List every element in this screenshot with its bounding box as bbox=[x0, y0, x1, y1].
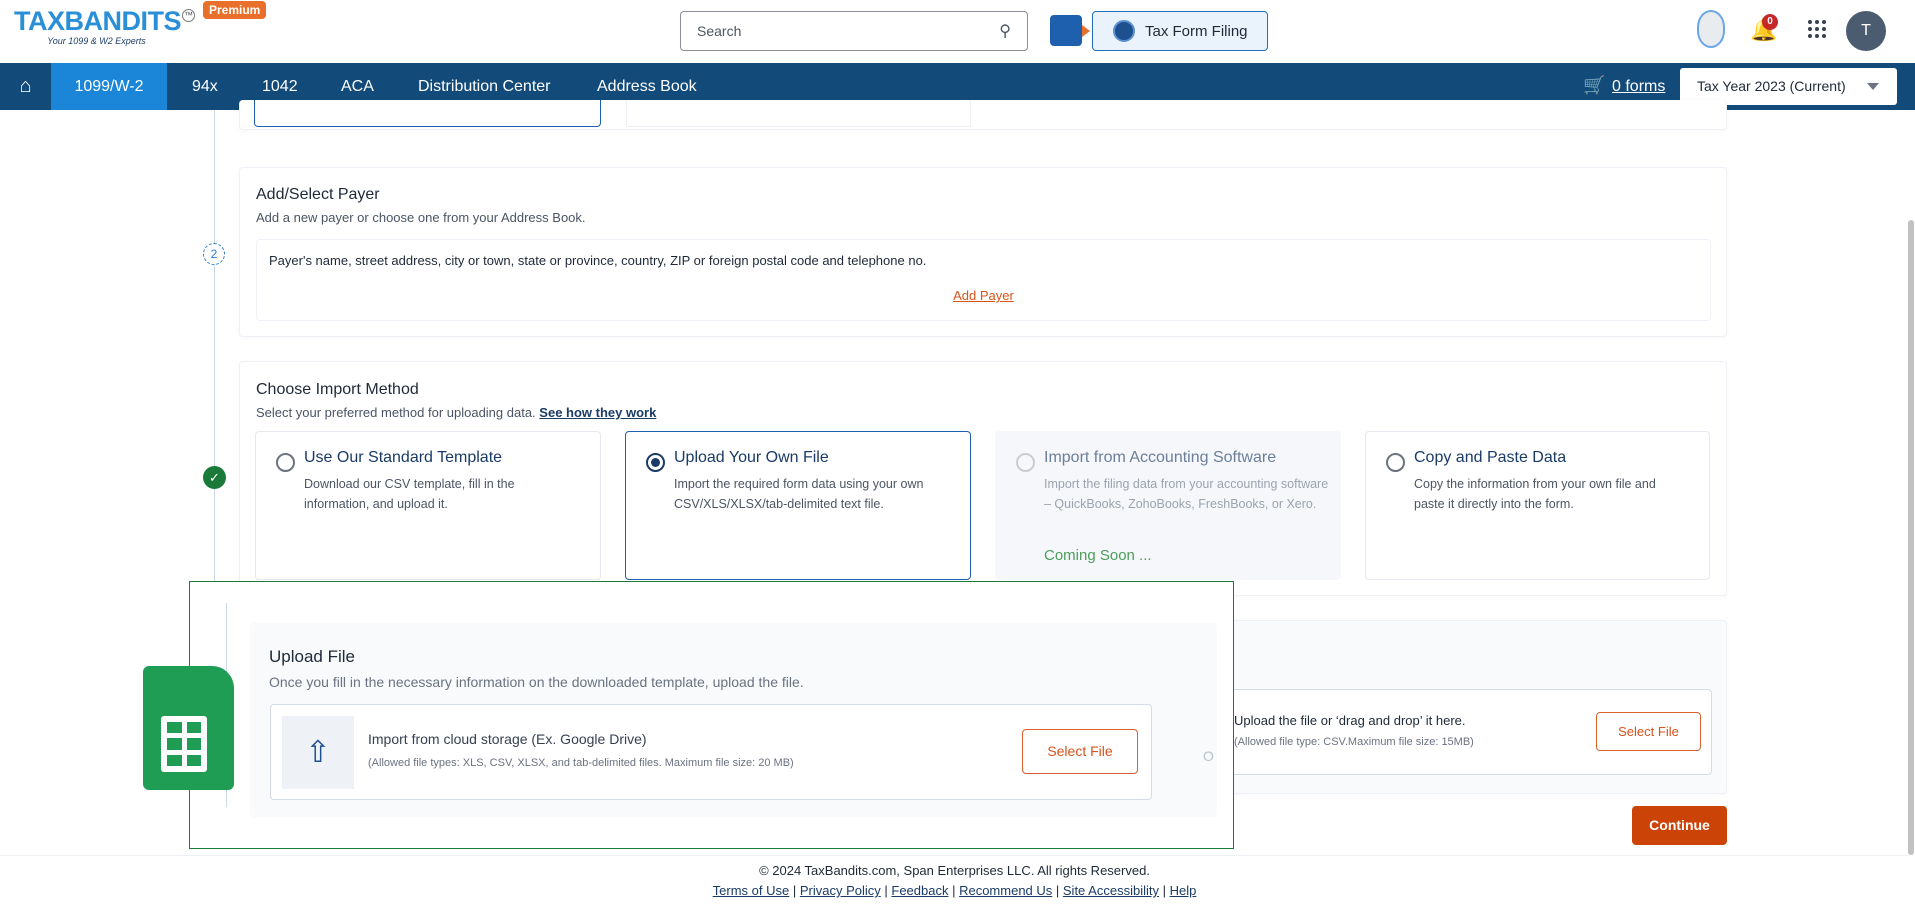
terms-link[interactable]: Terms of Use bbox=[713, 883, 790, 898]
footer-links: Terms of Use | Privacy Policy | Feedback… bbox=[712, 883, 1197, 898]
nav-94x[interactable]: 94x bbox=[192, 63, 218, 110]
step-complete-check-icon: ✓ bbox=[203, 466, 226, 489]
trademark-icon: ™ bbox=[182, 9, 195, 22]
search-icon[interactable]: ⚲ bbox=[999, 21, 1011, 41]
dropzone-note: (Allowed file type: CSV.Maximum file siz… bbox=[1234, 736, 1474, 748]
payer-fields-text: Payer's name, street address, city or to… bbox=[269, 253, 927, 268]
radio-button[interactable] bbox=[276, 453, 295, 472]
feedback-link[interactable]: Feedback bbox=[891, 883, 948, 898]
cloud-upload-icon: ⇧ bbox=[282, 716, 354, 789]
radio-button-selected[interactable] bbox=[646, 453, 665, 472]
footer: © 2024 TaxBandits.com, Span Enterprises … bbox=[0, 855, 1909, 908]
see-how-link[interactable]: See how they work bbox=[539, 405, 656, 420]
premium-badge: Premium bbox=[203, 1, 267, 19]
home-icon[interactable]: ⌂ bbox=[0, 63, 51, 110]
option-copy-paste[interactable]: Copy and Paste Data Copy the information… bbox=[1365, 431, 1710, 580]
continue-button[interactable]: Continue bbox=[1632, 806, 1727, 845]
previous-step-card bbox=[239, 100, 1727, 130]
privacy-link[interactable]: Privacy Policy bbox=[800, 883, 881, 898]
or-fragment: O bbox=[1203, 748, 1214, 764]
option-accounting-software: Import from Accounting Software Import t… bbox=[995, 431, 1341, 580]
option-card[interactable] bbox=[626, 100, 971, 127]
taxbandits-logo[interactable]: TAXBANDITS Your 1099 & W2 Experts bbox=[14, 6, 194, 50]
notification-count: 0 bbox=[1762, 14, 1778, 30]
payer-card: Add/Select Payer Add a new payer or choo… bbox=[239, 167, 1727, 337]
payer-box: Payer's name, street address, city or to… bbox=[256, 239, 1711, 321]
option-standard-template[interactable]: Use Our Standard Template Download our C… bbox=[255, 431, 601, 580]
scrollbar[interactable] bbox=[1908, 220, 1914, 855]
radio-button-disabled bbox=[1016, 453, 1035, 472]
mascot-assistant-icon[interactable] bbox=[1697, 10, 1725, 48]
upload-file-panel: Upload File Once you fill in the necessa… bbox=[250, 623, 1217, 817]
globe-icon bbox=[1113, 20, 1135, 42]
option-upload-own-file[interactable]: Upload Your Own File Import the required… bbox=[625, 431, 971, 580]
copyright: © 2024 TaxBandits.com, Span Enterprises … bbox=[759, 863, 1150, 878]
import-title: Choose Import Method bbox=[256, 381, 419, 398]
upload-preview-overlay: Upload File Once you fill in the necessa… bbox=[189, 581, 1234, 849]
help-link[interactable]: Help bbox=[1170, 883, 1197, 898]
cart-icon[interactable]: 🛒 bbox=[1583, 75, 1605, 96]
coming-soon-label: Coming Soon ... bbox=[1044, 547, 1152, 564]
select-file-button[interactable]: Select File bbox=[1596, 712, 1701, 751]
add-payer-link[interactable]: Add Payer bbox=[953, 288, 1014, 303]
step-timeline bbox=[214, 110, 215, 600]
recommend-link[interactable]: Recommend Us bbox=[959, 883, 1052, 898]
nav-1099-w2[interactable]: 1099/W-2 bbox=[51, 63, 167, 110]
search-input[interactable]: Search ⚲ bbox=[680, 11, 1028, 51]
upload-file-subtitle: Once you fill in the necessary informati… bbox=[269, 674, 804, 690]
accessibility-link[interactable]: Site Accessibility bbox=[1063, 883, 1159, 898]
app-switcher-icon[interactable] bbox=[1050, 15, 1090, 46]
selected-option-card[interactable] bbox=[254, 100, 601, 127]
import-subtitle: Select your preferred method for uploadi… bbox=[256, 405, 536, 420]
radio-button[interactable] bbox=[1386, 453, 1405, 472]
payer-subtitle: Add a new payer or choose one from your … bbox=[256, 210, 586, 225]
upload-file-title: Upload File bbox=[269, 647, 355, 666]
google-sheets-icon bbox=[143, 666, 234, 790]
step-number: 2 bbox=[203, 243, 225, 265]
dropzone-text: Upload the file or ‘drag and drop’ it he… bbox=[1234, 713, 1466, 728]
apps-grid-icon[interactable] bbox=[1808, 20, 1826, 38]
top-header: TAXBANDITS Your 1099 & W2 Experts ™ Prem… bbox=[0, 0, 1915, 63]
select-file-button[interactable]: Select File bbox=[1022, 729, 1138, 774]
cloud-storage-box[interactable]: ⇧ Import from cloud storage (Ex. Google … bbox=[270, 704, 1152, 800]
payer-title: Add/Select Payer bbox=[256, 186, 380, 203]
avatar[interactable]: T bbox=[1846, 11, 1886, 51]
tax-form-filing-button[interactable]: Tax Form Filing bbox=[1092, 11, 1268, 51]
